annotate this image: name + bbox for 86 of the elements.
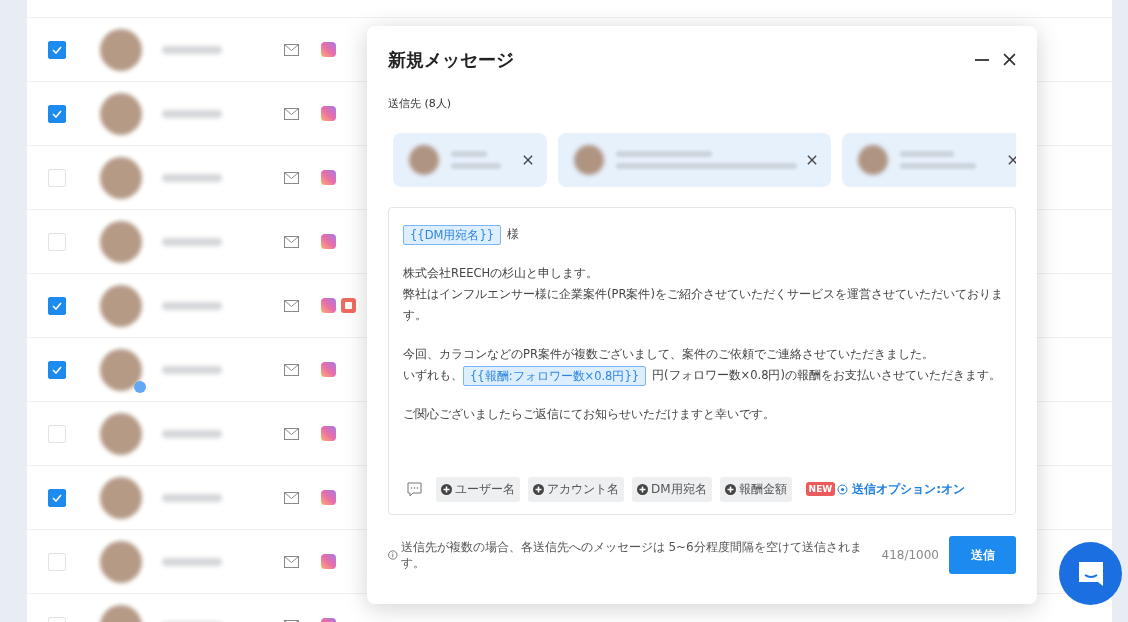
placeholder-tag: {{報酬:フォロワー数×0.8円}} xyxy=(463,365,647,386)
remove-button[interactable] xyxy=(1008,155,1016,165)
message-text: 今回、カラコンなどのPR案件が複数ございまして、案件のご依頼でご連絡させていただきました。 xyxy=(403,346,934,363)
row-checkbox[interactable] xyxy=(48,488,66,507)
envelope-icon xyxy=(284,43,299,56)
message-text: ご関心ございましたらご返信にてお知らせいただけますと幸いです。 xyxy=(403,406,775,423)
character-counter: 418/1000 xyxy=(881,548,939,562)
close-icon xyxy=(1003,53,1016,66)
message-text: す。 xyxy=(403,307,427,324)
comment-icon xyxy=(407,481,422,497)
recipients-label: 送信先 (8人) xyxy=(388,96,453,111)
note-text: 送信先が複数の場合、各送信先へのメッセージは 5~6分程度間隔を空けて送信されます。 xyxy=(400,539,863,571)
close-icon xyxy=(523,155,533,165)
avatar-placeholder xyxy=(409,145,439,175)
check-icon xyxy=(52,493,62,502)
insert-field-button[interactable]: ユーザー名 xyxy=(436,476,520,502)
avatar-placeholder xyxy=(858,145,888,175)
message-text: 円(フォロワー数×0.8円)の報酬をお支払いさせていただきます。 xyxy=(652,367,1001,384)
check-icon xyxy=(52,109,62,118)
camera-app-icon xyxy=(321,426,336,441)
message-text: 様 xyxy=(507,226,520,243)
send-options-link[interactable]: 送信オプション:オン xyxy=(837,480,965,498)
avatar-placeholder xyxy=(100,348,142,391)
blurred-name xyxy=(162,557,222,566)
placeholder-tag: {{DM用宛名}} xyxy=(403,224,502,245)
blurred-name xyxy=(162,493,222,502)
camera-app-icon xyxy=(321,170,336,185)
envelope-icon xyxy=(284,235,299,248)
remove-button[interactable] xyxy=(807,155,817,165)
new-badge: NEW xyxy=(805,482,836,496)
envelope-icon xyxy=(284,171,299,184)
gear-icon xyxy=(837,483,849,495)
plus-circle-icon xyxy=(724,483,736,495)
camera-app-icon xyxy=(321,554,336,569)
camera-app-icon xyxy=(321,42,336,57)
blurred-name xyxy=(162,237,222,246)
envelope-icon xyxy=(284,491,299,504)
plus-circle-icon xyxy=(533,483,544,495)
check-icon xyxy=(52,45,62,54)
blurred-name xyxy=(162,301,222,310)
camera-app-icon xyxy=(321,490,336,505)
camera-app-icon xyxy=(321,234,336,249)
insert-field-button[interactable]: DM用宛名 xyxy=(632,476,712,502)
row-checkbox[interactable] xyxy=(48,104,66,123)
envelope-icon xyxy=(284,107,299,120)
camera-app-icon xyxy=(321,298,336,313)
envelope-icon xyxy=(284,555,299,568)
blurred-name xyxy=(162,173,222,182)
blurred-name xyxy=(162,109,222,118)
row-checkbox[interactable] xyxy=(48,360,66,379)
message-text: 弊社はインフルエンサー様に企業案件(PR案件)をご紹介させていただくサービスを運営させていただいておりま xyxy=(403,286,1003,303)
avatar-placeholder xyxy=(100,412,142,455)
plus-circle-icon xyxy=(637,483,648,495)
envelope-icon xyxy=(284,427,299,440)
blurred-name xyxy=(162,45,222,54)
info-icon xyxy=(388,550,398,560)
camera-app-icon xyxy=(321,362,336,377)
avatar-placeholder xyxy=(100,284,142,327)
envelope-icon xyxy=(284,299,299,312)
send-button[interactable]: 送信 xyxy=(949,536,1016,574)
avatar-placeholder xyxy=(574,145,604,175)
camera-app-icon xyxy=(321,106,336,121)
avatar-placeholder xyxy=(100,220,142,263)
blurred-name xyxy=(162,429,222,438)
blurred-name xyxy=(162,365,222,374)
envelope-icon xyxy=(284,363,299,376)
insert-field-button[interactable]: 報酬金額 xyxy=(719,476,792,502)
insert-field-button[interactable]: アカウント名 xyxy=(528,476,624,502)
close-button[interactable] xyxy=(1003,53,1016,67)
close-icon xyxy=(807,155,817,165)
check-icon xyxy=(52,365,62,374)
remove-button[interactable] xyxy=(523,155,533,165)
avatar-placeholder xyxy=(100,156,142,199)
close-icon xyxy=(1008,155,1016,165)
row-checkbox[interactable] xyxy=(48,296,66,315)
avatar-placeholder xyxy=(100,476,142,519)
avatar-placeholder xyxy=(100,540,142,583)
check-icon xyxy=(52,301,62,310)
row-checkbox[interactable] xyxy=(48,40,66,59)
message-editor[interactable] xyxy=(388,207,1016,515)
dialog-title: 新規メッセージ xyxy=(388,48,514,72)
avatar-placeholder xyxy=(100,28,142,71)
plus-circle-icon xyxy=(441,483,452,495)
avatar-placeholder xyxy=(100,92,142,135)
message-text: いずれも、 xyxy=(403,367,463,384)
message-text: 株式会社REECHの杉山と申します。 xyxy=(403,265,599,282)
